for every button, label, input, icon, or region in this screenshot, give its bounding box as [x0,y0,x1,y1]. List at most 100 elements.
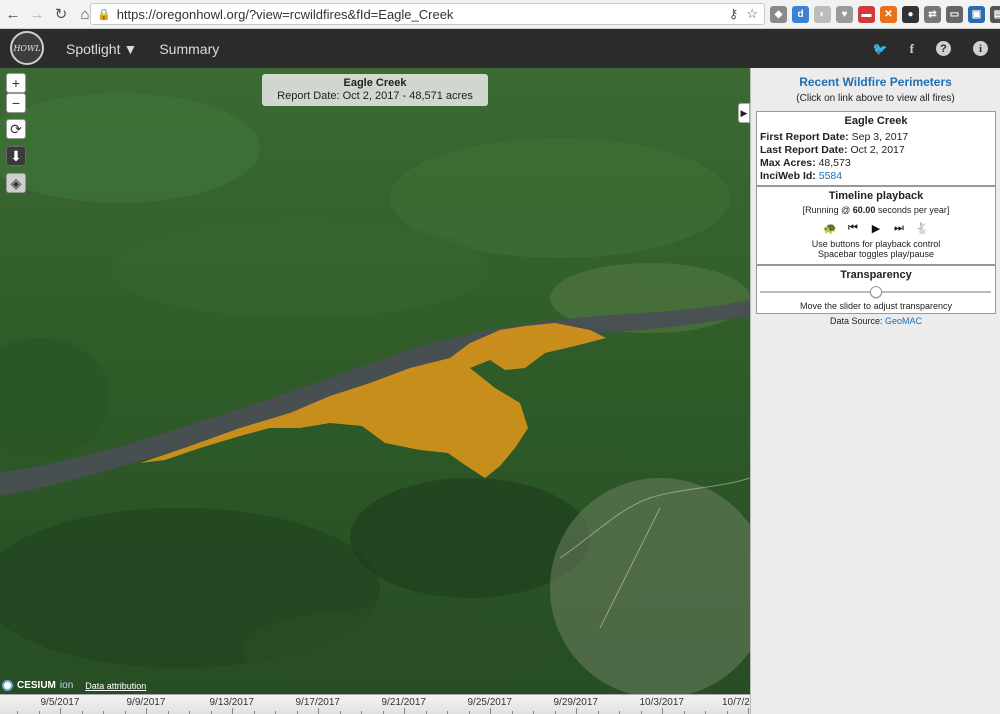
lock-icon: 🔒 [97,8,111,21]
timeline-label: 9/13/2017 [209,697,255,708]
timeline-label: 9/21/2017 [381,697,427,708]
timeline-tick [318,708,319,714]
timeline-label: 10/3/2017 [639,697,685,708]
back-icon[interactable]: ← [2,3,24,25]
timeline-tick [490,708,491,714]
extension-red-icon[interactable]: ▬ [858,6,875,23]
nav-spotlight-label: Spotlight [66,40,121,57]
fire-details-panel: Eagle Creek First Report Date: Sep 3, 20… [756,111,996,186]
first-report-row: First Report Date: Sep 3, 2017 [760,131,992,144]
extension-gray-icon[interactable]: ◐ [814,6,831,23]
map-view[interactable]: + − ⟳ ⬇ ◈ Eagle Creek Report Date: Oct 2… [0,68,750,714]
playback-title: Timeline playback [828,190,924,202]
timeline-tick [748,708,749,714]
first-report-value: Sep 3, 2017 [851,131,909,143]
howl-logo[interactable]: HOWL [10,31,44,65]
faster-rabbit-icon[interactable]: 🐇 [913,220,931,236]
cast-icon[interactable]: ▭ [946,6,963,23]
timeline-label: 9/5/2017 [40,697,80,708]
playback-hint-2: Spacebar toggles play/pause [817,249,935,259]
max-acres-row: Max Acres: 48,573 [760,157,992,170]
timeline-tick [404,708,405,714]
timeline-label: 9/25/2017 [467,697,513,708]
reload-icon[interactable]: ↻ [50,3,72,25]
data-source-label: Data Source: [829,316,883,326]
zoom-in-button[interactable]: + [6,73,26,93]
header-icons: 🐦 f ? i [873,29,988,68]
timeline-tick [146,708,147,714]
slider-thumb[interactable] [870,286,882,298]
timeline-tick [232,708,233,714]
inciweb-link[interactable]: 5584 [819,170,842,182]
extensions-bar: ◆ d ◐ ♥ ▬ ✕ ● ⇄ ▭ ▣ ▤ ⋮ [770,6,1000,23]
download-icon[interactable]: ⬇ [6,146,26,166]
sidebar: Recent Wildfire Perimeters (Click on lin… [750,68,1000,714]
sidebar-toggle-icon[interactable]: ▶ [738,103,750,123]
transparency-hint: Move the slider to adjust transparency [799,301,953,311]
cesium-ion: ion [59,680,74,691]
playback-status-prefix: [Running @ [802,205,853,215]
extension-heart-icon[interactable]: ♥ [836,6,853,23]
forward-icon[interactable]: → [26,3,48,25]
playback-controls: 🐢 ⏮ ▶ ⏭ 🐇 [757,220,995,236]
cesium-credit: CESIUM ion Data attribution [2,680,146,691]
extension-github-icon[interactable]: ● [902,6,919,23]
layers-icon[interactable]: ◈ [6,173,26,193]
cesium-logo-icon [2,680,13,691]
timeline[interactable]: 9/5/2017 9/9/2017 9/13/2017 9/17/2017 9/21/2… [0,694,750,714]
max-acres-value: 48,573 [818,157,851,169]
data-source: Data Source: GeoMAC [751,316,1000,326]
transparency-slider[interactable] [760,286,991,298]
main-nav: Spotlight ▼ Summary [66,29,219,68]
last-report-value: Oct 2, 2017 [850,144,905,156]
step-forward-icon[interactable]: ⏭ [890,220,908,236]
zoom-out-button[interactable]: − [6,93,26,113]
caret-down-icon: ▼ [123,40,138,57]
slower-turtle-icon[interactable]: 🐢 [821,220,839,236]
extension-blue-icon[interactable]: ▣ [968,6,985,23]
nav-summary[interactable]: Summary [159,41,219,57]
extension-orange-icon[interactable]: ✕ [880,6,897,23]
extension-link-icon[interactable]: ⇄ [924,6,941,23]
timeline-label: 10/7/2 [722,697,750,708]
fire-details: First Report Date: Sep 3, 2017 Last Repo… [757,127,995,183]
fire-info-box: Eagle Creek Report Date: Oct 2, 2017 - 4… [262,74,488,106]
playback-panel: Timeline playback [Running @ 60.00 secon… [756,186,996,265]
playback-hint-1: Use buttons for playback control [811,239,941,249]
extension-dark-icon[interactable]: ▤ [990,6,1000,23]
info-subtitle: Report Date: Oct 2, 2017 - 48,571 acres [277,90,473,102]
fire-name: Eagle Creek [844,115,908,127]
timeline-tick [662,708,663,714]
geomac-link[interactable]: GeoMAC [885,316,922,326]
last-report-label: Last Report Date: [760,144,848,156]
extension-shield-icon[interactable]: ◆ [770,6,787,23]
timeline-tick [60,708,61,714]
info-icon[interactable]: i [973,41,988,56]
recent-fires-link[interactable]: Recent Wildfire Perimeters [751,75,1000,89]
inciweb-row: InciWeb Id: 5584 [760,170,992,183]
step-back-icon[interactable]: ⏮ [844,220,862,236]
inciweb-label: InciWeb Id: [760,170,816,182]
max-acres-label: Max Acres: [760,157,816,169]
key-icon[interactable]: ⚷ [729,6,739,22]
app-header: HOWL Spotlight ▼ Summary 🐦 f ? i [0,29,1000,68]
timeline-tick [576,708,577,714]
twitter-icon[interactable]: 🐦 [873,42,888,56]
timeline-label: 9/9/2017 [126,697,166,708]
transparency-title: Transparency [840,269,912,281]
extension-d-icon[interactable]: d [792,6,809,23]
logo-text: HOWL [13,43,41,53]
help-icon[interactable]: ? [936,41,951,56]
last-report-row: Last Report Date: Oct 2, 2017 [760,144,992,157]
timeline-label: 9/29/2017 [553,697,599,708]
play-icon[interactable]: ▶ [867,220,885,236]
nav-spotlight[interactable]: Spotlight ▼ [66,41,137,57]
data-attribution-link[interactable]: Data attribution [85,681,146,691]
reset-view-icon[interactable]: ⟳ [6,119,26,139]
bookmark-star-icon[interactable]: ☆ [746,6,758,22]
browser-toolbar: ← → ↻ ⌂ 🔒 https://oregonhowl.org/?view=r… [0,0,1000,29]
facebook-icon[interactable]: f [910,41,914,57]
playback-speed: 60.00 [852,205,876,215]
transparency-panel: Transparency Move the slider to adjust t… [756,265,996,314]
address-bar[interactable]: 🔒 https://oregonhowl.org/?view=rcwildfir… [90,3,765,25]
